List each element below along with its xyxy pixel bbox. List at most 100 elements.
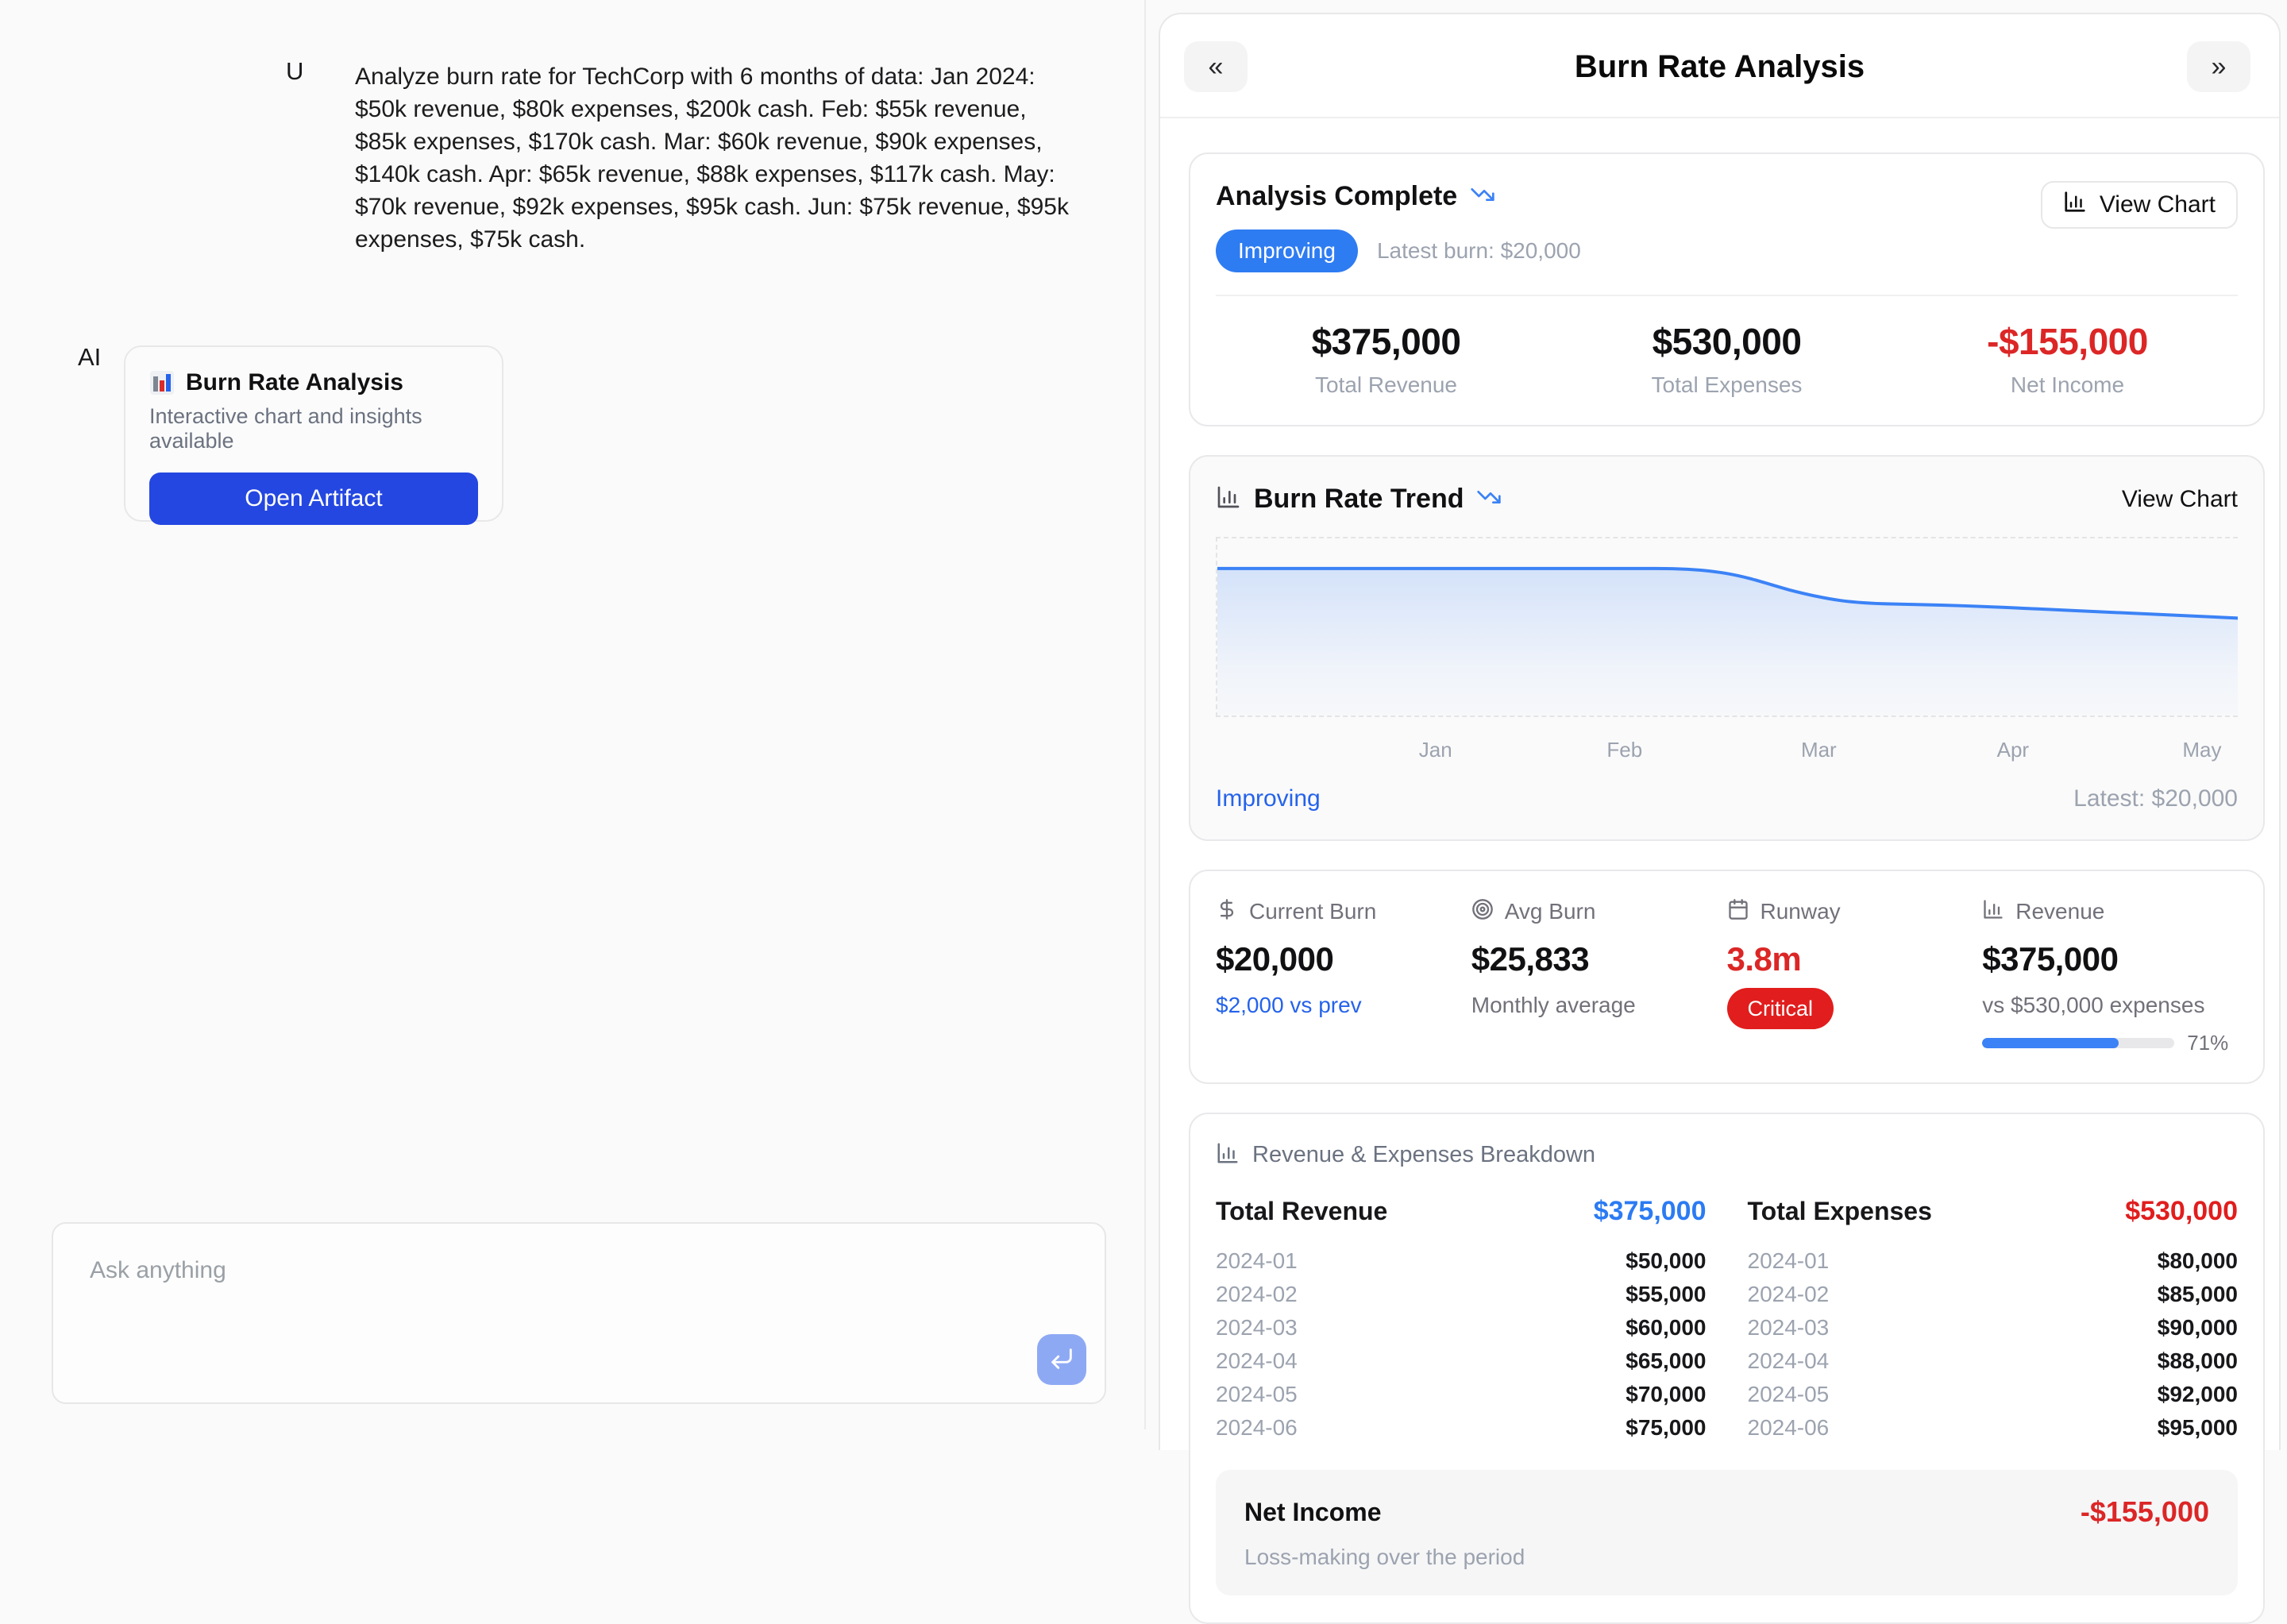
metric-avg-burn: Avg Burn $25,833 Monthly average: [1471, 898, 1727, 1055]
table-row: 2024-04$65,000: [1216, 1344, 1707, 1378]
chevrons-right-icon: »: [2212, 52, 2227, 83]
table-row: 2024-06 $75,000: [1216, 1411, 1707, 1445]
trend-status-text: Improving: [1216, 785, 1321, 812]
x-tick: Mar: [1801, 738, 1837, 762]
row-value: $70,000: [1626, 1382, 1706, 1407]
chat-input[interactable]: [53, 1224, 1105, 1402]
row-month: 2024-02: [1216, 1282, 1298, 1307]
metric-value: $20,000: [1216, 940, 1471, 978]
metric-value: $375,000: [1982, 940, 2238, 978]
row-month: 2024-06: [1748, 1415, 1830, 1441]
x-tick: Jan: [1419, 738, 1452, 762]
row-value: $60,000: [1626, 1315, 1706, 1340]
row-value: $95,000: [2158, 1415, 2238, 1441]
artifact-panel: « Burn Rate Analysis » Analysis Complete: [1159, 13, 2281, 1450]
row-value: $92,000: [2158, 1382, 2238, 1407]
metric-current-burn: Current Burn $20,000 $2,000 vs prev: [1216, 898, 1471, 1055]
dollar-icon: [1216, 898, 1238, 924]
trend-view-chart-link[interactable]: View Chart: [2122, 486, 2238, 513]
metric-label: Runway: [1761, 899, 1841, 924]
chat-composer: [52, 1222, 1106, 1404]
x-tick: Feb: [1606, 738, 1642, 762]
net-income-label: Net Income: [1244, 1498, 1381, 1527]
table-row: 2024-03 $60,000: [1216, 1311, 1707, 1344]
stat-total-revenue: $375,000 Total Revenue: [1216, 320, 1556, 398]
table-row: 2024-05 $70,000: [1216, 1378, 1707, 1411]
row-month: 2024-03: [1748, 1315, 1830, 1340]
table-row: 2024-02 $55,000: [1216, 1278, 1707, 1311]
progress-track: [1982, 1038, 2174, 1048]
row-month: 2024-03: [1216, 1315, 1298, 1340]
row-month: 2024-06: [1216, 1415, 1298, 1441]
revenue-vs-expenses-progress: 71%: [1982, 1031, 2228, 1055]
calendar-icon: [1727, 898, 1749, 924]
open-artifact-button[interactable]: Open Artifact: [149, 473, 478, 525]
row-value: $65,000: [1626, 1348, 1706, 1374]
trending-down-icon: [1470, 182, 1495, 211]
stat-label: Total Revenue: [1216, 372, 1556, 398]
metric-subtext: Monthly average: [1471, 993, 1727, 1018]
summary-title: Analysis Complete: [1216, 181, 1457, 212]
expenses-column: Total Expenses $530,000 2024-01 $80,000 2…: [1748, 1196, 2239, 1445]
breakdown-title: Revenue & Expenses Breakdown: [1252, 1142, 1595, 1168]
stat-value: $530,000: [1556, 320, 1897, 363]
progress-fill: [1982, 1038, 2119, 1048]
latest-burn-text: Latest burn: $20,000: [1377, 238, 1581, 264]
table-row: 2024-01 $80,000: [1748, 1244, 2239, 1278]
metric-value: $25,833: [1471, 940, 1727, 978]
table-row: 2024-01$50,000: [1216, 1244, 1707, 1278]
chart-x-axis-labels: Jan Feb Mar Apr May: [1216, 730, 2238, 765]
bar-chart-icon: [1216, 1141, 1240, 1169]
stat-net-income: -$155,000 Net Income: [1897, 320, 2238, 398]
row-value: $75,000: [1626, 1415, 1706, 1441]
net-income-value: -$155,000: [2081, 1495, 2209, 1529]
view-chart-button[interactable]: View Chart: [2041, 181, 2238, 229]
bar-chart-icon: [1982, 898, 2004, 924]
expenses-column-header: Total Expenses: [1748, 1197, 1932, 1226]
status-badge-improving: Improving: [1216, 230, 1358, 272]
progress-percent-label: 71%: [2187, 1031, 2228, 1055]
row-value: $80,000: [2158, 1248, 2238, 1274]
key-metrics-card: Current Burn $20,000 $2,000 vs prev Avg …: [1189, 870, 2265, 1084]
revenue-total: $375,000: [1594, 1196, 1707, 1227]
row-value: $55,000: [1626, 1282, 1706, 1307]
row-month: 2024-05: [1748, 1382, 1830, 1407]
target-icon: [1471, 898, 1494, 924]
return-arrow-icon: [1048, 1345, 1075, 1375]
metric-label: Avg Burn: [1505, 899, 1596, 924]
net-income-note: Loss-making over the period: [1244, 1545, 2209, 1570]
trend-latest-text: Latest: $20,000: [2073, 785, 2238, 812]
user-message: Analyze burn rate for TechCorp with 6 mo…: [355, 60, 1076, 256]
metric-runway: Runway 3.8m Critical: [1727, 898, 1983, 1055]
burn-rate-trend-card: Burn Rate Trend View Chart: [1189, 455, 2265, 841]
expenses-total: $530,000: [2125, 1196, 2238, 1227]
send-button[interactable]: [1037, 1334, 1086, 1385]
row-month: 2024-05: [1216, 1382, 1298, 1407]
bar-chart-emoji-icon: [149, 370, 175, 395]
table-row: 2024-06 $95,000: [1748, 1411, 2239, 1445]
analysis-summary-card: Analysis Complete Improving Latest burn:…: [1189, 152, 2265, 426]
table-row: 2024-02 $85,000: [1748, 1278, 2239, 1311]
expand-panel-button[interactable]: »: [2187, 41, 2250, 92]
row-month: 2024-02: [1748, 1282, 1830, 1307]
x-tick: May: [2182, 738, 2221, 762]
metric-label: Current Burn: [1249, 899, 1376, 924]
row-value: $88,000: [2158, 1348, 2238, 1374]
stat-value: -$155,000: [1897, 320, 2238, 363]
bar-chart-icon: [1216, 484, 1241, 514]
row-value: $85,000: [2158, 1282, 2238, 1307]
stat-total-expenses: $530,000 Total Expenses: [1556, 320, 1897, 398]
revenue-expenses-breakdown-card: Revenue & Expenses Breakdown Total Reven…: [1189, 1113, 2265, 1624]
artifact-card-title: Burn Rate Analysis: [186, 369, 403, 396]
ai-avatar: AI: [78, 343, 101, 372]
artifact-panel-header: « Burn Rate Analysis »: [1160, 14, 2279, 118]
trend-card-title: Burn Rate Trend: [1254, 484, 1464, 515]
table-row: 2024-05 $92,000: [1748, 1378, 2239, 1411]
critical-badge: Critical: [1727, 988, 1834, 1029]
bar-chart-icon: [2063, 190, 2087, 220]
metric-label: Revenue: [2015, 899, 2104, 924]
row-month: 2024-01: [1748, 1248, 1830, 1274]
stat-label: Total Expenses: [1556, 372, 1897, 398]
artifact-preview-card: Burn Rate Analysis Interactive chart and…: [124, 345, 503, 522]
row-month: 2024-04: [1748, 1348, 1830, 1374]
